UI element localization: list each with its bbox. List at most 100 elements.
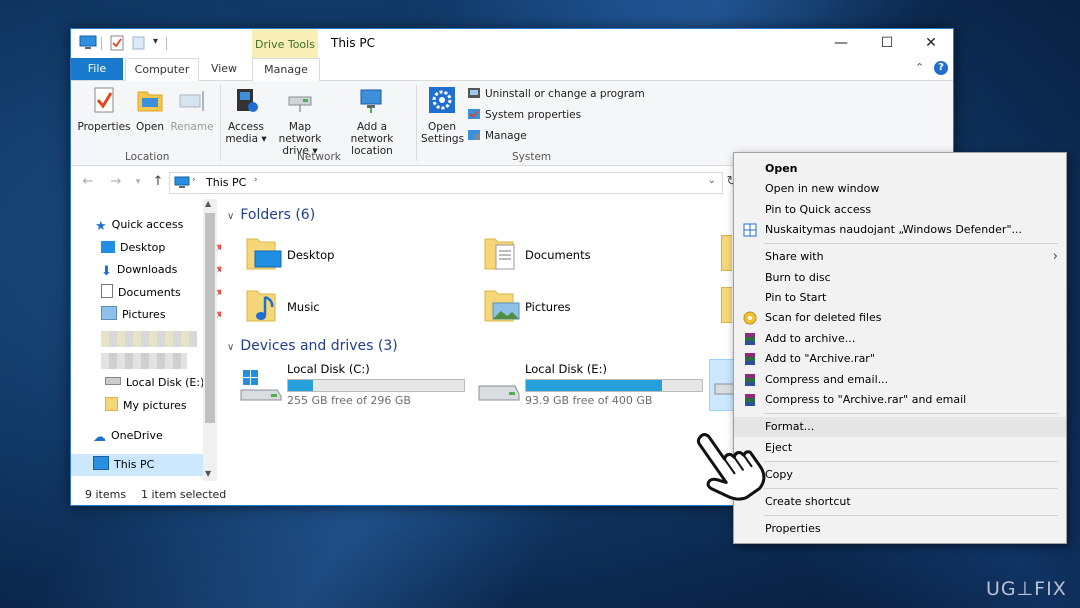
- properties-button[interactable]: Properties: [77, 85, 131, 133]
- folder-music[interactable]: Music: [245, 287, 445, 333]
- folder-documents[interactable]: Documents: [483, 235, 683, 281]
- winrar-icon: [745, 394, 755, 406]
- recent-locations-icon[interactable]: ▾: [129, 173, 147, 191]
- menu-windows-defender[interactable]: Nuskaitymas naudojant „Windows Defender"…: [734, 220, 1066, 240]
- scroll-down-icon[interactable]: ▼: [205, 469, 211, 478]
- access-media-label-2: media ▾: [225, 133, 267, 145]
- menu-compress-rar-email[interactable]: Compress to "Archive.rar" and email: [734, 390, 1066, 410]
- folder-partial-icon[interactable]: [721, 235, 732, 271]
- window-title: This PC: [331, 36, 375, 50]
- menu-share-with[interactable]: Share with ›: [734, 247, 1066, 267]
- properties-qa-icon[interactable]: [109, 35, 125, 51]
- open-button[interactable]: Open: [133, 85, 167, 133]
- star-icon: ★: [95, 219, 107, 234]
- tab-computer[interactable]: Computer: [125, 58, 199, 82]
- menu-add-to-archive-rar[interactable]: Add to "Archive.rar": [734, 349, 1066, 369]
- open-settings-button[interactable]: Open Settings: [421, 85, 465, 145]
- nav-scrollbar[interactable]: ▲ ▼: [203, 199, 217, 481]
- breadcrumb-chevron-icon-2[interactable]: ›: [254, 175, 258, 185]
- desktop-folder-icon: [246, 238, 282, 270]
- scroll-up-icon[interactable]: ▲: [205, 199, 211, 208]
- group-separator-2: [416, 85, 417, 161]
- tab-manage[interactable]: Manage: [252, 58, 320, 81]
- menu-separator-3: [764, 461, 1058, 462]
- open-folder-icon: [137, 91, 163, 112]
- navigation-pane: ★Quick access Desktop📌 ⬇Downloads📌 Docum…: [71, 199, 227, 479]
- qa-customize-icon[interactable]: ▾: [153, 36, 158, 47]
- properties-icon: [94, 87, 114, 113]
- nav-pictures-label: Pictures: [122, 308, 166, 321]
- menu-scan-deleted-files[interactable]: Scan for deleted files: [734, 308, 1066, 328]
- folder-desktop[interactable]: Desktop: [245, 235, 445, 281]
- drive-e[interactable]: Local Disk (E:) 93.9 GB free of 400 GB: [477, 362, 717, 412]
- collapse-ribbon-icon[interactable]: ⌃: [915, 61, 924, 74]
- group-label-location: Location: [125, 151, 170, 163]
- status-item-count: 9 items: [85, 488, 127, 501]
- add-network-location-button[interactable]: Add a network location: [335, 85, 409, 157]
- submenu-arrow-icon: ›: [1052, 249, 1058, 264]
- back-arrow-icon[interactable]: ←: [79, 173, 97, 191]
- drives-section-header[interactable]: ∨ Devices and drives (3): [227, 338, 398, 354]
- menu-format[interactable]: Format...: [734, 417, 1066, 437]
- menu-open[interactable]: Open: [734, 159, 1066, 179]
- menu-separator-4: [764, 488, 1058, 489]
- help-icon[interactable]: ?: [934, 61, 948, 75]
- folder-partial-icon-2[interactable]: [721, 287, 732, 323]
- menu-copy[interactable]: Copy: [734, 465, 1066, 485]
- nav-downloads-label: Downloads: [116, 263, 178, 276]
- manage-button[interactable]: Manage: [467, 127, 527, 145]
- menu-burn-to-disc[interactable]: Burn to disc: [734, 268, 1066, 288]
- menu-add-to-archive[interactable]: Add to archive...: [734, 329, 1066, 349]
- drive-c[interactable]: Local Disk (C:) 255 GB free of 296 GB: [239, 362, 479, 412]
- drives-header-label: Devices and drives (3): [240, 338, 398, 354]
- scrollbar-thumb[interactable]: [205, 213, 215, 423]
- menu-separator: [764, 243, 1058, 244]
- blurred-item: [101, 331, 197, 347]
- pointing-hand-cursor-icon: [696, 433, 766, 501]
- menu-eject[interactable]: Eject: [734, 438, 1066, 458]
- uninstall-icon: [468, 88, 480, 98]
- menu-open-new-window[interactable]: Open in new window: [734, 179, 1066, 199]
- breadcrumb-this-pc[interactable]: This PC: [206, 176, 246, 189]
- address-dropdown-icon[interactable]: ⌄: [708, 175, 716, 186]
- tab-file[interactable]: File: [71, 58, 123, 80]
- new-folder-qa-icon[interactable]: [131, 35, 147, 51]
- open-settings-label-2: Settings: [421, 133, 465, 145]
- drive-e-usage-bar: [525, 379, 703, 392]
- system-properties-button[interactable]: System properties: [467, 106, 581, 124]
- menu-create-shortcut[interactable]: Create shortcut: [734, 492, 1066, 512]
- windows-drive-icon: [240, 370, 282, 401]
- map-network-drive-button[interactable]: Map network drive ▾: [267, 85, 333, 157]
- folders-section-header[interactable]: ∨ Folders (6): [227, 207, 315, 223]
- nav-this-pc-label: This PC: [114, 458, 155, 471]
- rename-button[interactable]: Rename: [169, 85, 215, 133]
- system-properties-icon: [468, 109, 480, 119]
- settings-gear-icon: [429, 87, 455, 113]
- folder-desktop-label: Desktop: [287, 248, 335, 262]
- nav-documents-label: Documents: [118, 286, 181, 299]
- media-icon: [237, 89, 258, 112]
- maximize-button[interactable]: ☐: [865, 29, 909, 58]
- this-pc-icon: [79, 35, 97, 49]
- menu-pin-to-start[interactable]: Pin to Start: [734, 288, 1066, 308]
- up-arrow-icon[interactable]: ↑: [149, 173, 167, 191]
- forward-arrow-icon[interactable]: →: [107, 173, 125, 191]
- tab-view[interactable]: View: [201, 58, 247, 80]
- access-media-button[interactable]: Access media ▾: [223, 85, 269, 145]
- breadcrumb-chevron-icon: ›: [192, 175, 196, 185]
- folder-icon: [105, 397, 118, 411]
- menu-compress-and-email[interactable]: Compress and email...: [734, 370, 1066, 390]
- minimize-button[interactable]: —: [819, 29, 863, 58]
- download-arrow-icon: ⬇: [101, 264, 112, 279]
- folder-pictures[interactable]: Pictures: [483, 287, 683, 333]
- close-button[interactable]: ✕: [909, 29, 953, 58]
- menu-pin-quick-access[interactable]: Pin to Quick access: [734, 200, 1066, 220]
- address-bar[interactable]: › This PC › ⌄: [169, 172, 723, 194]
- drive-tools-context-label: Drive Tools: [252, 29, 318, 58]
- collapse-chevron-icon: ∨: [227, 211, 235, 222]
- nav-my-pictures-label: My pictures: [123, 399, 187, 412]
- uninstall-program-button[interactable]: Uninstall or change a program: [467, 85, 645, 103]
- menu-separator-5: [764, 515, 1058, 516]
- menu-properties[interactable]: Properties: [734, 519, 1066, 539]
- nav-this-pc[interactable]: This PC: [71, 454, 203, 476]
